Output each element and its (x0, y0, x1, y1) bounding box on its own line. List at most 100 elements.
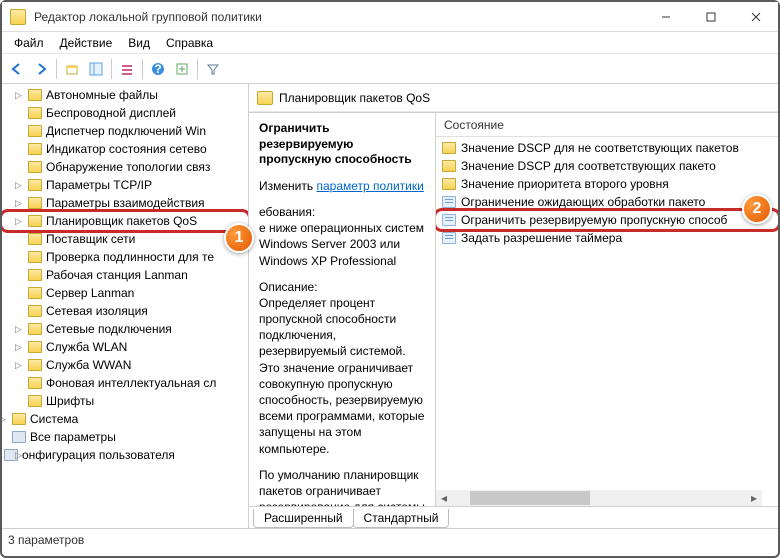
help-button[interactable]: ? (147, 58, 169, 80)
tree-item[interactable]: Шрифты (2, 392, 248, 410)
menu-help[interactable]: Справка (158, 34, 221, 52)
back-button[interactable] (6, 58, 28, 80)
folder-icon (442, 160, 456, 172)
tree-twisty-icon[interactable]: ▷ (14, 181, 23, 190)
tree-twisty-icon[interactable] (2, 433, 7, 442)
show-tree-button[interactable] (85, 58, 107, 80)
change-label: Изменить (259, 179, 313, 193)
right-pane-header: Планировщик пакетов QoS (249, 84, 778, 112)
tree-item[interactable]: ▷онфигурация пользователя (2, 446, 248, 464)
tree-item[interactable]: ▷ Параметры TCP/IP (2, 176, 248, 194)
tree-item[interactable]: ▷Сетевые подключения (2, 320, 248, 338)
tree-item[interactable]: ▷Планировщик пакетов QoS (2, 212, 248, 230)
folder-icon (12, 413, 26, 425)
folder-icon (28, 305, 42, 317)
tree-item[interactable]: ▷Служба WWAN (2, 356, 248, 374)
tree-twisty-icon[interactable]: ▷ (2, 415, 7, 424)
scroll-right-arrow[interactable]: ▸ (746, 490, 762, 506)
tree-twisty-icon[interactable]: ▷ (14, 325, 23, 334)
toolbar-separator (111, 59, 112, 79)
tree-twisty-icon[interactable] (14, 307, 23, 316)
menu-file[interactable]: Файл (6, 34, 52, 52)
tree-twisty-icon[interactable] (14, 289, 23, 298)
annotation-marker-1: 1 (224, 223, 254, 253)
list-column-header[interactable]: Состояние (436, 113, 778, 137)
tree[interactable]: ▷Автономные файлыБеспроводной дисплей Дис… (2, 84, 248, 466)
tree-item[interactable]: Беспроводной дисплей (2, 104, 248, 122)
desc-text: Определяет процент пропускной способност… (259, 296, 424, 456)
tree-item[interactable]: Поставщик сети (2, 230, 248, 248)
filter-button[interactable] (202, 58, 224, 80)
folder-icon (28, 125, 42, 137)
menu-action[interactable]: Действие (52, 34, 121, 52)
tree-twisty-icon[interactable] (14, 253, 23, 262)
list-item[interactable]: Значение DSCP для соответствующих пакето (436, 157, 778, 175)
tree-item[interactable]: ▷Параметры взаимодействия (2, 194, 248, 212)
list-item-label: Значение DSCP для соответствующих пакето (461, 159, 716, 173)
tree-twisty-icon[interactable]: ▷ (14, 343, 23, 352)
list-item[interactable]: Ограничить резервируемую пропускную спос… (436, 211, 778, 229)
folder-icon (28, 359, 42, 371)
tab-standard[interactable]: Стандартный (353, 509, 450, 528)
menu-view[interactable]: Вид (120, 34, 158, 52)
list-item[interactable]: Значение DSCP для не соответствующих пак… (436, 139, 778, 157)
setting-icon (442, 232, 456, 244)
tree-item[interactable]: Обнаружение топологии связ (2, 158, 248, 176)
list-item-label: Ограничение ожидающих обработки пакето (461, 195, 705, 209)
minimize-button[interactable] (643, 2, 688, 32)
tree-item[interactable]: Рабочая станция Lanman (2, 266, 248, 284)
tree-twisty-icon[interactable]: ▷ (14, 199, 23, 208)
properties-button[interactable] (116, 58, 138, 80)
detail-description-2: По умолчанию планировщик пакетов огранич… (259, 467, 425, 506)
list-item[interactable]: Ограничение ожидающих обработки пакето (436, 193, 778, 211)
tree-twisty-icon[interactable] (14, 271, 23, 280)
desc-label: Описание: (259, 280, 318, 294)
tree-item[interactable]: ▷Система (2, 410, 248, 428)
tree-twisty-icon[interactable]: ▷ (14, 217, 23, 226)
list-item[interactable]: Задать разрешение таймера (436, 229, 778, 247)
tree-item[interactable]: Проверка подлинности для те (2, 248, 248, 266)
folder-icon (28, 341, 42, 353)
maximize-button[interactable] (688, 2, 733, 32)
tree-twisty-icon[interactable] (14, 127, 23, 136)
list-item[interactable]: Значение приоритета второго уровня (436, 175, 778, 193)
tree-twisty-icon[interactable]: ▷ (14, 451, 23, 460)
setting-icon (442, 214, 456, 226)
folder-icon (28, 107, 42, 119)
tree-twisty-icon[interactable] (14, 397, 23, 406)
tree-item[interactable]: ▷Служба WLAN (2, 338, 248, 356)
tab-extended[interactable]: Расширенный (253, 509, 354, 528)
tree-item[interactable]: Индикатор состояния сетево (2, 140, 248, 158)
toolbar: ? (2, 54, 778, 84)
forward-button[interactable] (30, 58, 52, 80)
list-item-label: Значение DSCP для не соответствующих пак… (461, 141, 739, 155)
tree-item[interactable]: Фоновая интеллектуальная сл (2, 374, 248, 392)
tree-twisty-icon[interactable]: ▷ (14, 361, 23, 370)
tree-item-label: Диспетчер подключений Win (46, 124, 206, 138)
tree-twisty-icon[interactable] (14, 235, 23, 244)
tree-item[interactable]: Сетевая изоляция (2, 302, 248, 320)
tree-item[interactable]: Все параметры (2, 428, 248, 446)
list-items: Значение DSCP для не соответствующих пак… (436, 137, 778, 249)
tree-twisty-icon[interactable] (14, 109, 23, 118)
policy-param-link[interactable]: параметр политики (316, 179, 423, 193)
tree-item-label: Проверка подлинности для те (46, 250, 214, 264)
tree-twisty-icon[interactable] (14, 379, 23, 388)
close-button[interactable] (733, 2, 778, 32)
tree-item[interactable]: ▷Автономные файлы (2, 86, 248, 104)
tree-item[interactable]: Сервер Lanman (2, 284, 248, 302)
tree-item-label: Обнаружение топологии связ (46, 160, 210, 174)
tree-twisty-icon[interactable] (14, 163, 23, 172)
scroll-thumb[interactable] (470, 491, 590, 505)
tree-item-label: Параметры TCP/IP (46, 178, 152, 192)
folder-icon (28, 215, 42, 227)
up-button[interactable] (61, 58, 83, 80)
tree-twisty-icon[interactable] (14, 145, 23, 154)
scroll-left-arrow[interactable]: ◂ (436, 490, 452, 506)
tree-item[interactable]: Диспетчер подключений Win (2, 122, 248, 140)
tree-twisty-icon[interactable]: ▷ (14, 91, 23, 100)
detail-requirements: ебования: е ниже операционных систем Win… (259, 204, 425, 269)
horizontal-scrollbar[interactable]: ◂ ▸ (436, 490, 762, 506)
export-button[interactable] (171, 58, 193, 80)
folder-icon (28, 161, 42, 173)
